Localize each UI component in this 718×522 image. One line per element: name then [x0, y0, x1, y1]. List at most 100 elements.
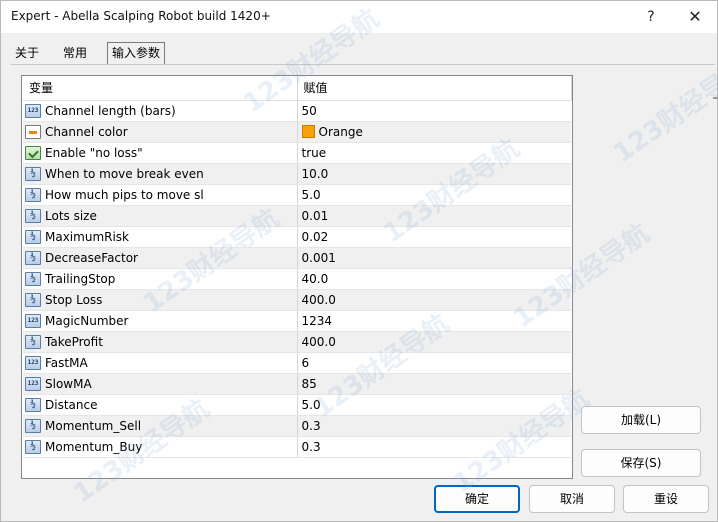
double-icon: ½	[25, 439, 41, 454]
variable-cell: ½ When to move break even	[23, 163, 298, 185]
variable-name: How much pips to move sl	[45, 187, 204, 202]
double-icon: ½	[25, 334, 41, 349]
value-cell[interactable]: Orange	[297, 121, 571, 143]
bool-icon	[25, 145, 41, 160]
variable-name: Lots size	[45, 208, 97, 223]
int-icon: 123	[25, 313, 41, 328]
variable-cell: 123 FastMA	[23, 352, 298, 374]
tab-about[interactable]: 关于	[11, 43, 43, 65]
ok-button[interactable]: 确定	[434, 485, 520, 513]
variable-cell: 123 SlowMA	[23, 373, 298, 395]
column-header-value[interactable]: 赋值	[297, 76, 572, 101]
edge-marker	[713, 97, 718, 99]
save-button[interactable]: 保存(S)	[581, 449, 701, 477]
variable-value: 0.01	[301, 208, 329, 223]
variable-name: When to move break even	[45, 166, 204, 181]
value-cell[interactable]: 0.3	[297, 415, 571, 437]
load-button[interactable]: 加载(L)	[581, 406, 701, 434]
variable-name: MaximumRisk	[45, 229, 129, 244]
table-row[interactable]: 123 Channel length (bars) 50	[23, 100, 571, 122]
table-row[interactable]: Channel color Orange	[23, 121, 571, 143]
reset-button[interactable]: 重设	[623, 485, 709, 513]
table-row[interactable]: 123 MagicNumber 1234	[23, 310, 571, 332]
variable-cell: ½ MaximumRisk	[23, 226, 298, 248]
value-cell[interactable]: 400.0	[297, 331, 571, 353]
value-cell[interactable]: 85	[297, 373, 571, 395]
table-row[interactable]: ½ Distance 5.0	[23, 394, 571, 416]
double-icon: ½	[25, 418, 41, 433]
variable-name: SlowMA	[45, 376, 92, 391]
table-row[interactable]: ½ TakeProfit 400.0	[23, 331, 571, 353]
variable-value: 1234	[301, 313, 333, 328]
value-cell[interactable]: 5.0	[297, 184, 571, 206]
variable-name: Stop Loss	[45, 292, 103, 307]
table-row[interactable]: ½ TrailingStop 40.0	[23, 268, 571, 290]
variable-cell: 123 Channel length (bars)	[23, 100, 298, 122]
value-cell[interactable]: 0.001	[297, 247, 571, 269]
tab-inputs[interactable]: 输入参数	[107, 42, 166, 65]
variable-name: TrailingStop	[45, 271, 116, 286]
variable-cell: Enable "no loss"	[23, 142, 298, 164]
variable-value: 0.001	[301, 250, 336, 265]
color-swatch	[301, 125, 315, 138]
watermark: 123财经导航	[608, 53, 718, 170]
table-row[interactable]: ½ Momentum_Sell 0.3	[23, 415, 571, 437]
tab-common[interactable]: 常用	[59, 43, 91, 65]
expert-dialog: Expert - Abella Scalping Robot build 142…	[0, 0, 718, 522]
variable-cell: 123 MagicNumber	[23, 310, 298, 332]
variable-name: Distance	[45, 397, 98, 412]
table-row[interactable]: ½ Momentum_Buy 0.3	[23, 436, 571, 458]
variable-value: 0.3	[301, 418, 321, 433]
variable-cell: ½ Lots size	[23, 205, 298, 227]
double-icon: ½	[25, 187, 41, 202]
help-button[interactable]: ?	[635, 5, 667, 29]
variable-name: FastMA	[45, 355, 88, 370]
cancel-button[interactable]: 取消	[529, 485, 615, 513]
value-cell[interactable]: 0.02	[297, 226, 571, 248]
inputs-grid[interactable]: 变量 赋值 123 Channel length (bars) 50 Channel …	[21, 75, 573, 479]
title-bar[interactable]: Expert - Abella Scalping Robot build 142…	[1, 1, 717, 33]
value-cell[interactable]: 10.0	[297, 163, 571, 185]
color-icon	[25, 124, 41, 139]
variable-name: DecreaseFactor	[45, 250, 138, 265]
value-cell[interactable]: 5.0	[297, 394, 571, 416]
variable-cell: ½ DecreaseFactor	[23, 247, 298, 269]
variable-cell: ½ TrailingStop	[23, 268, 298, 290]
variable-name: Channel length (bars)	[45, 103, 176, 118]
value-cell[interactable]: 0.01	[297, 205, 571, 227]
double-icon: ½	[25, 292, 41, 307]
variable-name: Channel color	[45, 124, 128, 139]
table-row[interactable]: ½ DecreaseFactor 0.001	[23, 247, 571, 269]
value-cell[interactable]: 1234	[297, 310, 571, 332]
variable-value: 400.0	[301, 334, 336, 349]
variable-value: 5.0	[301, 397, 321, 412]
value-cell[interactable]: 0.3	[297, 436, 571, 458]
table-row[interactable]: ½ MaximumRisk 0.02	[23, 226, 571, 248]
variable-cell: ½ How much pips to move sl	[23, 184, 298, 206]
variable-name: Momentum_Sell	[45, 418, 142, 433]
variable-value: 0.3	[301, 439, 321, 454]
variable-value: 10.0	[301, 166, 329, 181]
header-row: 变量 赋值	[23, 76, 572, 101]
double-icon: ½	[25, 166, 41, 181]
table-row[interactable]: ½ How much pips to move sl 5.0	[23, 184, 571, 206]
table-row[interactable]: ½ When to move break even 10.0	[23, 163, 571, 185]
close-button[interactable]: ✕	[679, 5, 711, 29]
variable-value: true	[301, 145, 327, 160]
variable-cell: Channel color	[23, 121, 298, 143]
value-cell[interactable]: 40.0	[297, 268, 571, 290]
variable-name: Momentum_Buy	[45, 439, 143, 454]
value-cell[interactable]: 400.0	[297, 289, 571, 311]
column-header-variable[interactable]: 变量	[23, 76, 298, 101]
table-row[interactable]: ½ Stop Loss 400.0	[23, 289, 571, 311]
table-row[interactable]: 123 SlowMA 85	[23, 373, 571, 395]
table-row[interactable]: ½ Lots size 0.01	[23, 205, 571, 227]
value-cell[interactable]: true	[297, 142, 571, 164]
table-row[interactable]: 123 FastMA 6	[23, 352, 571, 374]
value-cell[interactable]: 50	[297, 100, 571, 122]
value-cell[interactable]: 6	[297, 352, 571, 374]
variable-value: 6	[301, 355, 310, 370]
table-row[interactable]: Enable "no loss" true	[23, 142, 571, 164]
variable-cell: ½ Stop Loss	[23, 289, 298, 311]
int-icon: 123	[25, 355, 41, 370]
